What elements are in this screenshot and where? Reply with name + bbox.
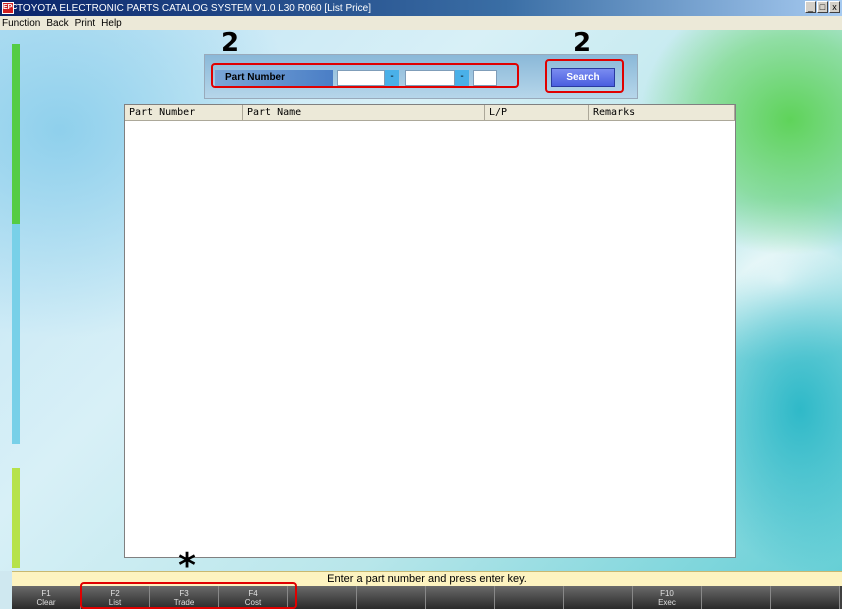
column-header-remarks[interactable]: Remarks xyxy=(589,105,735,120)
menu-print[interactable]: Print xyxy=(75,18,96,29)
column-header-part-name[interactable]: Part Name xyxy=(243,105,485,120)
f5-button[interactable] xyxy=(288,586,357,609)
fkey-number: F1 xyxy=(41,589,51,598)
results-table: Part Number Part Name L/P Remarks xyxy=(124,104,736,558)
window-titlebar: EPC TOYOTA ELECTRONIC PARTS CATALOG SYST… xyxy=(0,0,842,16)
f6-button[interactable] xyxy=(357,586,426,609)
menu-function[interactable]: Function xyxy=(2,18,40,29)
fkey-number: F10 xyxy=(660,589,674,598)
fkey-label: Clear xyxy=(36,598,56,607)
f11-button[interactable] xyxy=(702,586,771,609)
window-controls: _ □ x xyxy=(805,1,840,13)
f10-exec-button[interactable]: F10 Exec xyxy=(633,586,702,609)
f1-clear-button[interactable]: F1 Clear xyxy=(12,586,81,609)
app-icon: EPC xyxy=(2,2,17,14)
part-number-callout xyxy=(211,63,519,88)
column-header-list-price[interactable]: L/P xyxy=(485,105,589,120)
f9-button[interactable] xyxy=(564,586,633,609)
menu-back[interactable]: Back xyxy=(46,18,68,29)
workspace-background: Part Number - - Search Part Number Part … xyxy=(0,30,842,571)
step-2-marker-right: 2 xyxy=(572,28,592,58)
decor-strip xyxy=(12,468,20,568)
step-2-marker-left: 2 xyxy=(220,28,240,58)
menu-bar: Function Back Print Help xyxy=(0,16,842,30)
close-icon[interactable]: x xyxy=(829,1,840,13)
results-table-header: Part Number Part Name L/P Remarks xyxy=(125,105,735,121)
minimize-icon[interactable]: _ xyxy=(805,1,816,13)
f8-button[interactable] xyxy=(495,586,564,609)
f12-button[interactable] xyxy=(771,586,840,609)
fkey-label: Exec xyxy=(658,598,676,607)
window-title: TOYOTA ELECTRONIC PARTS CATALOG SYSTEM V… xyxy=(17,2,371,14)
column-header-part-number[interactable]: Part Number xyxy=(125,105,243,120)
function-keys-callout xyxy=(80,582,297,609)
asterisk-marker: * xyxy=(178,546,196,586)
maximize-icon[interactable]: □ xyxy=(817,1,828,13)
search-button-callout xyxy=(545,59,624,93)
menu-help[interactable]: Help xyxy=(101,18,122,29)
decor-strip xyxy=(12,224,20,444)
decor-strip xyxy=(12,44,20,224)
f7-button[interactable] xyxy=(426,586,495,609)
